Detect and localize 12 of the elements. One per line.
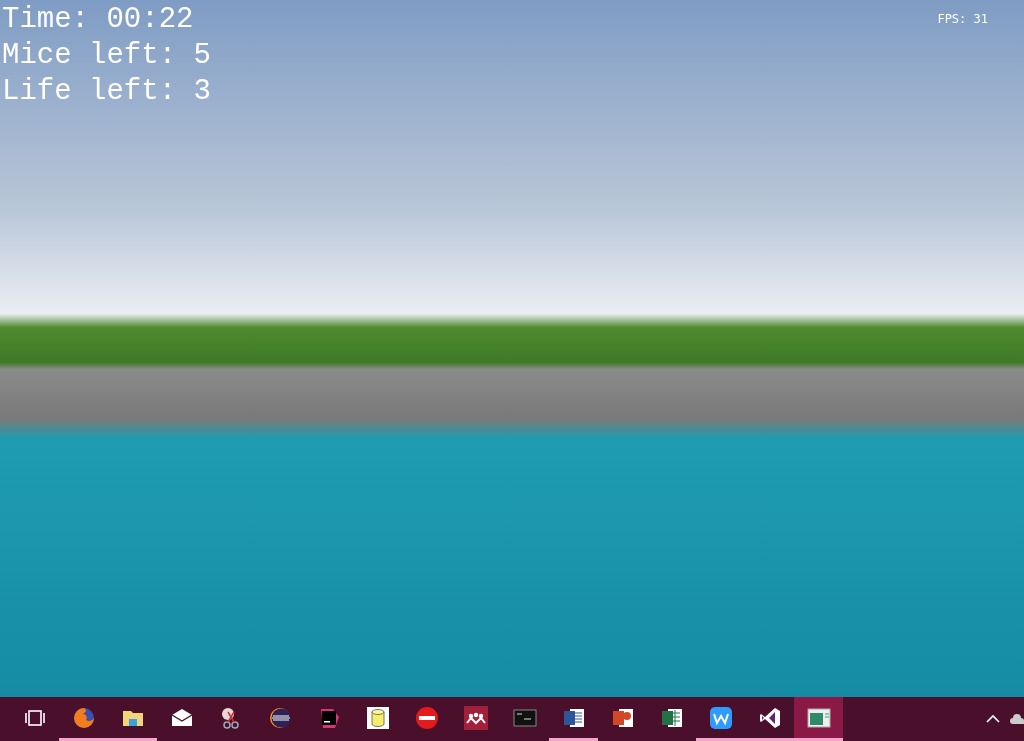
people-icon (463, 705, 488, 730)
hud-text: Time: 00:22 (2, 2, 195, 38)
database-icon (365, 705, 390, 730)
round-badge-icon (414, 705, 439, 730)
hud-text: Mice left: 5 (2, 38, 211, 74)
hud-text: Life left: 3 (2, 74, 211, 110)
cloud-icon[interactable] (1010, 713, 1024, 725)
taskbar-app-button[interactable] (794, 697, 843, 741)
app-window-icon (806, 705, 831, 730)
chevron-up-icon[interactable] (986, 714, 1000, 724)
browser-icon (71, 705, 96, 730)
fps-counter: FPS: 31 (937, 12, 988, 26)
